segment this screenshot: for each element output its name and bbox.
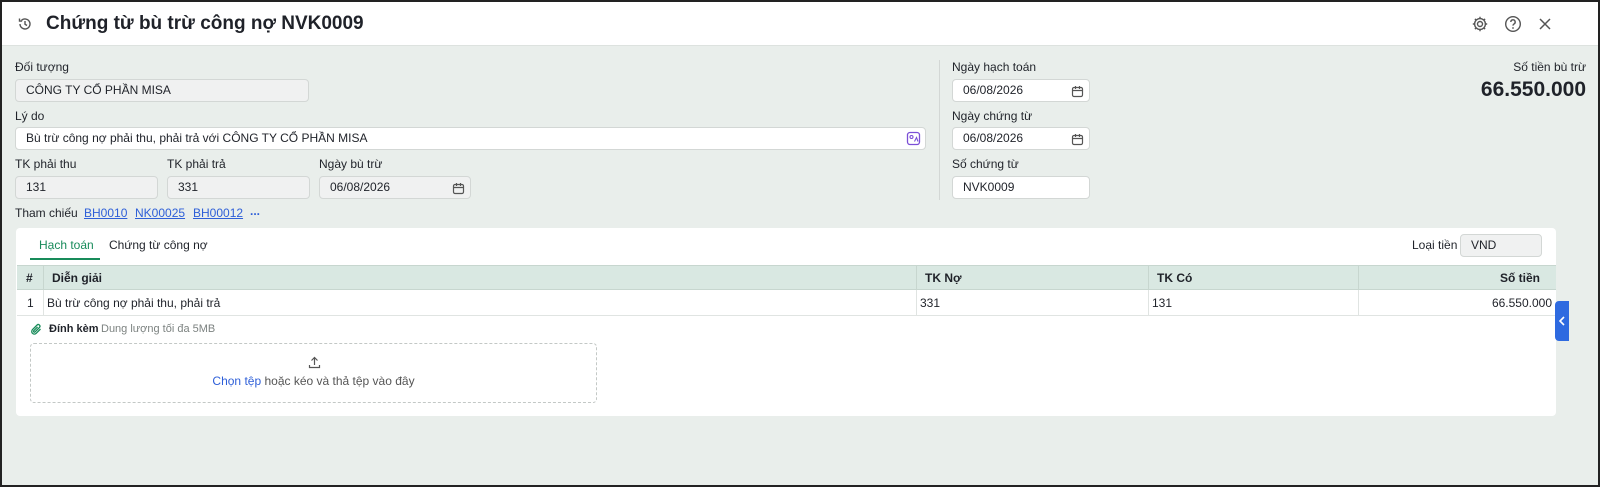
tk-phai-tra-label: TK phải trả — [167, 157, 226, 171]
upload-icon — [308, 356, 321, 369]
table-header: # Diễn giải TK Nợ TK Có Số tiền — [17, 265, 1556, 290]
tab-chung-tu-cong-no[interactable]: Chứng từ công nợ — [109, 238, 208, 252]
currency-label: Loại tiền — [1412, 238, 1458, 252]
column-header-tk-co: TK Có — [1157, 271, 1193, 285]
ngay-hach-toan-field[interactable]: 06/08/2026 — [952, 79, 1090, 102]
ly-do-label: Lý do — [15, 109, 45, 123]
cell-so-tien: 66.550.000 — [1491, 296, 1552, 310]
side-panel-toggle[interactable] — [1555, 301, 1569, 341]
column-divider — [916, 290, 917, 315]
reference-link-bh00012[interactable]: BH00012 — [193, 206, 243, 220]
ai-suggest-icon[interactable] — [906, 131, 921, 146]
column-divider — [43, 290, 44, 315]
ngay-hach-toan-value: 06/08/2026 — [963, 83, 1024, 97]
file-drop-zone[interactable]: Chọn tệp hoặc kéo và thả tệp vào đây — [30, 343, 597, 403]
attachment-hint: Dung lượng tối đa 5MB — [101, 323, 216, 335]
cell-tk-no: 331 — [920, 296, 941, 310]
chevron-left-icon — [1558, 316, 1565, 326]
column-header-so-tien: Số tiền — [1499, 271, 1540, 285]
window-header: Chứng từ bù trừ công nợ NVK0009 — [2, 2, 1598, 46]
calendar-icon[interactable] — [1071, 84, 1084, 98]
choose-file-link[interactable]: Chọn tệp — [212, 374, 261, 388]
column-divider — [1358, 266, 1359, 290]
active-tab-indicator — [30, 258, 100, 260]
attachment-label: Đính kèm — [49, 323, 99, 335]
calendar-icon[interactable] — [1071, 132, 1084, 146]
reference-link-nk00025[interactable]: NK00025 — [135, 206, 185, 220]
page-title: Chứng từ bù trừ công nợ NVK0009 — [46, 13, 364, 34]
form-divider — [939, 60, 940, 200]
column-divider — [1358, 290, 1359, 315]
so-tien-label: Số tiền bù trừ — [1513, 60, 1586, 74]
paperclip-icon — [30, 323, 43, 336]
cell-dien-giai: Bù trừ công nợ phải thu, phải trả — [47, 296, 221, 310]
doi-tuong-field[interactable]: CÔNG TY CỔ PHẦN MISA — [15, 79, 309, 102]
settings-icon[interactable] — [1469, 13, 1491, 35]
voucher-window: Chứng từ bù trừ công nợ NVK0009 Đối tượn… — [0, 0, 1600, 487]
ngay-bu-tru-value: 06/08/2026 — [330, 180, 391, 194]
column-divider — [43, 266, 44, 290]
ngay-chung-tu-label: Ngày chứng từ — [952, 109, 1033, 123]
history-icon[interactable] — [14, 13, 36, 35]
calendar-icon[interactable] — [452, 181, 465, 195]
tab-hach-toan[interactable]: Hạch toán — [39, 238, 94, 252]
cell-index: 1 — [27, 296, 34, 310]
ngay-bu-tru-field[interactable]: 06/08/2026 — [319, 176, 471, 199]
ly-do-value: Bù trừ công nợ phải thu, phải trả với CÔ… — [26, 131, 368, 145]
column-header-dien-giai: Diễn giải — [52, 271, 103, 285]
column-divider — [1148, 266, 1149, 290]
table-row[interactable]: 1 Bù trừ công nợ phải thu, phải trả 331 … — [17, 290, 1556, 316]
reference-link-bh0010[interactable]: BH0010 — [84, 206, 127, 220]
column-divider — [916, 266, 917, 290]
tk-phai-tra-field[interactable]: 331 — [167, 176, 310, 199]
tk-phai-thu-label: TK phải thu — [15, 157, 77, 171]
so-chung-tu-field[interactable]: NVK0009 — [952, 176, 1090, 199]
currency-field[interactable]: VND — [1460, 234, 1542, 257]
drop-instruction: hoặc kéo và thả tệp vào đây — [264, 374, 415, 388]
close-icon[interactable] — [1534, 13, 1556, 35]
ngay-hach-toan-label: Ngày hạch toán — [952, 60, 1037, 74]
doi-tuong-label: Đối tượng — [15, 60, 69, 74]
drop-zone-text: Chọn tệp hoặc kéo và thả tệp vào đây — [31, 374, 596, 388]
cell-tk-co: 131 — [1152, 296, 1173, 310]
ngay-bu-tru-label: Ngày bù trừ — [319, 157, 383, 171]
column-divider — [1148, 290, 1149, 315]
ngay-chung-tu-value: 06/08/2026 — [963, 131, 1024, 145]
more-references-button[interactable]: ... — [250, 204, 260, 218]
column-header-index: # — [26, 271, 33, 285]
so-chung-tu-label: Số chứng từ — [952, 157, 1019, 171]
tham-chieu-label: Tham chiếu — [15, 206, 78, 220]
tk-phai-thu-field[interactable]: 131 — [15, 176, 158, 199]
column-header-tk-no: TK Nợ — [925, 271, 962, 285]
help-icon[interactable] — [1502, 13, 1524, 35]
so-tien-value: 66.550.000 — [1480, 78, 1586, 101]
ly-do-field[interactable]: Bù trừ công nợ phải thu, phải trả với CÔ… — [15, 127, 926, 150]
ngay-chung-tu-field[interactable]: 06/08/2026 — [952, 127, 1090, 150]
